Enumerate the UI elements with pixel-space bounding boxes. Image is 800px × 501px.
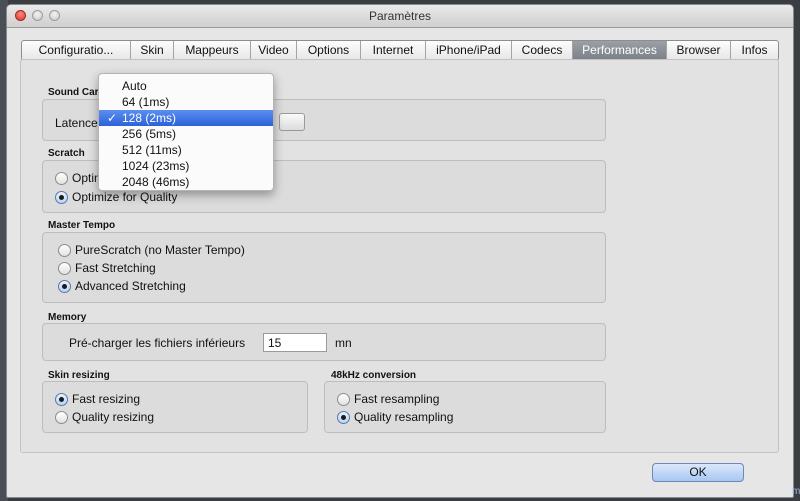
latency-option-256[interactable]: 256 (5ms) bbox=[99, 126, 273, 142]
tab-infos[interactable]: Infos bbox=[731, 41, 778, 60]
scratch-option-2[interactable]: Optimize for Quality bbox=[55, 190, 177, 204]
ok-button[interactable]: OK bbox=[652, 463, 744, 482]
latency-option-1024[interactable]: 1024 (23ms) bbox=[99, 158, 273, 174]
latency-option-64[interactable]: 64 (1ms) bbox=[99, 94, 273, 110]
skin-resizing-fast[interactable]: Fast resizing bbox=[55, 392, 140, 406]
conversion-48khz-group: Fast resampling Quality resampling bbox=[324, 381, 606, 433]
radio-icon bbox=[55, 171, 68, 185]
master-tempo-option-purescratch[interactable]: PureScratch (no Master Tempo) bbox=[58, 243, 245, 257]
preload-label: Pré-charger les fichiers inférieurs bbox=[69, 336, 246, 350]
checkmark-icon: ✓ bbox=[107, 111, 118, 125]
conversion-quality[interactable]: Quality resampling bbox=[337, 410, 453, 424]
radio-selected-icon bbox=[58, 279, 71, 293]
sound-card-label: Sound Card bbox=[48, 87, 105, 98]
radio-selected-icon bbox=[337, 410, 350, 424]
radio-icon bbox=[58, 261, 71, 275]
preload-input[interactable]: 15 bbox=[263, 333, 327, 352]
skin-resizing-quality[interactable]: Quality resizing bbox=[55, 410, 154, 424]
tab-options[interactable]: Options bbox=[297, 41, 361, 60]
purescratch-label: PureScratch (no Master Tempo) bbox=[75, 243, 245, 257]
latency-select-edge[interactable] bbox=[279, 113, 305, 131]
radio-icon bbox=[58, 243, 71, 257]
conversion-fast[interactable]: Fast resampling bbox=[337, 392, 439, 406]
radio-icon bbox=[55, 410, 68, 424]
tab-bar: Configuratio... Skin Mappeurs Video Opti… bbox=[21, 40, 779, 61]
latency-option-auto[interactable]: Auto bbox=[99, 78, 273, 94]
conversion-48khz-label: 48kHz conversion bbox=[331, 370, 417, 381]
advanced-stretching-label: Advanced Stretching bbox=[75, 279, 186, 293]
tab-video[interactable]: Video bbox=[251, 41, 297, 60]
radio-icon bbox=[337, 392, 350, 406]
tab-mappeurs[interactable]: Mappeurs bbox=[174, 41, 251, 60]
latency-option-2048[interactable]: 2048 (46ms) bbox=[99, 174, 273, 190]
scratch-label: Scratch bbox=[48, 148, 85, 159]
latency-dropdown-menu: Auto 64 (1ms) ✓ 128 (2ms) 256 (5ms) 512 … bbox=[98, 73, 274, 191]
preload-unit: mn bbox=[335, 336, 352, 350]
skin-resizing-label: Skin resizing bbox=[48, 370, 110, 381]
radio-selected-icon bbox=[55, 190, 68, 204]
fast-stretching-label: Fast Stretching bbox=[75, 261, 156, 275]
tab-performances[interactable]: Performances bbox=[573, 41, 667, 60]
fast-resizing-label: Fast resizing bbox=[72, 392, 141, 406]
quality-resampling-label: Quality resampling bbox=[354, 410, 454, 424]
memory-label: Memory bbox=[48, 312, 87, 323]
external-edge-mark: m bbox=[792, 486, 800, 497]
tab-codecs[interactable]: Codecs bbox=[512, 41, 573, 60]
master-tempo-option-fast[interactable]: Fast Stretching bbox=[58, 261, 156, 275]
master-tempo-label: Master Tempo bbox=[48, 220, 116, 231]
master-tempo-option-advanced[interactable]: Advanced Stretching bbox=[58, 279, 186, 293]
memory-group: Pré-charger les fichiers inférieurs 15 m… bbox=[42, 323, 606, 361]
tab-iphone-ipad[interactable]: iPhone/iPad bbox=[426, 41, 512, 60]
scratch-option-2-label: Optimize for Quality bbox=[72, 190, 178, 204]
quality-resizing-label: Quality resizing bbox=[72, 410, 155, 424]
skin-resizing-group: Fast resizing Quality resizing bbox=[42, 381, 308, 433]
title-bar: Paramètres bbox=[7, 5, 793, 28]
latency-option-128[interactable]: ✓ 128 (2ms) bbox=[99, 110, 273, 126]
latency-option-128-label: 128 (2ms) bbox=[122, 111, 177, 125]
tab-skin[interactable]: Skin bbox=[131, 41, 174, 60]
latency-option-512[interactable]: 512 (11ms) bbox=[99, 142, 273, 158]
tab-internet[interactable]: Internet bbox=[361, 41, 426, 60]
master-tempo-group: PureScratch (no Master Tempo) Fast Stret… bbox=[42, 232, 606, 303]
radio-selected-icon bbox=[55, 392, 68, 406]
scratch-option-1[interactable]: Optim bbox=[55, 171, 104, 185]
tab-configuration[interactable]: Configuratio... bbox=[22, 41, 131, 60]
fast-resampling-label: Fast resampling bbox=[354, 392, 440, 406]
window-title: Paramètres bbox=[368, 9, 432, 23]
tab-browser[interactable]: Browser bbox=[667, 41, 731, 60]
latency-label: Latence : bbox=[55, 116, 105, 130]
